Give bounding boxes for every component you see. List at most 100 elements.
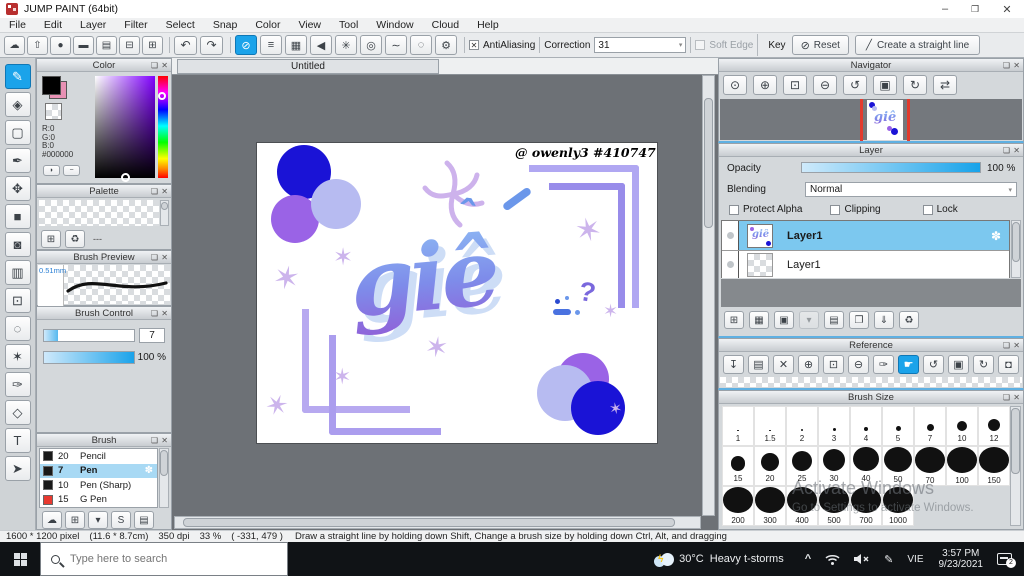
brush-size-cell[interactable]: 20: [754, 446, 786, 486]
zoom-out-icon[interactable]: ⊖: [813, 75, 837, 95]
brush-size-cell[interactable]: 40: [850, 446, 882, 486]
brush-size-cell[interactable]: 1.5: [754, 406, 786, 446]
close-icon[interactable]: ✕: [1013, 339, 1020, 352]
close-button[interactable]: ✕: [990, 3, 1024, 16]
hue-cursor[interactable]: [158, 92, 166, 100]
search-input[interactable]: [70, 553, 260, 565]
add-color-icon[interactable]: ⊞: [41, 230, 61, 248]
new-1bit-layer-icon[interactable]: ▣: [774, 311, 794, 329]
brush-size-cell[interactable]: 1: [722, 406, 754, 446]
brush-size-cell[interactable]: 12: [978, 406, 1010, 446]
zoom-original-icon[interactable]: ⊙: [723, 75, 747, 95]
close-icon[interactable]: ✕: [161, 59, 168, 72]
layer-row[interactable]: giê Layer1 ✽: [722, 221, 1009, 250]
palette-scrollbar[interactable]: [160, 200, 169, 226]
flip-icon[interactable]: ⇄: [933, 75, 957, 95]
canvas-hscrollbar[interactable]: [174, 516, 701, 529]
taskbar-search[interactable]: [40, 542, 288, 576]
layer-visibility-icon[interactable]: [726, 232, 734, 239]
menu-item[interactable]: Window: [367, 19, 422, 31]
soft-edge-checkbox[interactable]: [695, 40, 706, 50]
saturation-value-picker[interactable]: [95, 76, 155, 182]
popout-icon[interactable]: ❏: [1003, 59, 1010, 72]
eraser-tool[interactable]: ◈: [4, 92, 31, 117]
brush-list-item[interactable]: 10 Pen (Sharp): [40, 478, 157, 493]
navigator-view-frame[interactable]: giê: [860, 99, 910, 141]
brush-size-cell[interactable]: 5: [882, 406, 914, 446]
canvas-vscrollbar[interactable]: [702, 75, 715, 516]
brush-list-item[interactable]: 20 Pencil: [40, 449, 157, 464]
wifi-icon[interactable]: [825, 554, 840, 565]
brush-size-cell[interactable]: 7: [914, 406, 946, 446]
popout-icon[interactable]: ❏: [151, 185, 158, 198]
reset-button[interactable]: ⊘ Reset: [791, 35, 849, 55]
navigator-viewport-area[interactable]: giê: [720, 99, 1022, 141]
operation-tool[interactable]: ➤: [4, 456, 31, 481]
redo-icon[interactable]: ↷: [200, 35, 223, 55]
layer-settings-icon[interactable]: ✽: [991, 229, 1001, 243]
foreground-color-swatch[interactable]: [42, 76, 61, 95]
rotate-left-icon[interactable]: ↺: [843, 75, 867, 95]
brush-settings-icon[interactable]: ✽: [145, 465, 153, 476]
layer-visibility-icon[interactable]: [726, 261, 734, 268]
snap-settings-icon[interactable]: ⚙: [435, 35, 457, 55]
menu-item[interactable]: Help: [468, 19, 508, 31]
fit-screen-icon[interactable]: ⊡: [783, 75, 807, 95]
undo-icon[interactable]: ↶: [174, 35, 197, 55]
drawing-canvas[interactable]: @ owenly3 #410747 ✶ ✶ ✶ ✶ ✶ ✶ ✶ ✶ giê ˆ …: [257, 143, 657, 443]
new-brush-icon[interactable]: ⊞: [65, 511, 85, 529]
popout-icon[interactable]: ❏: [1003, 144, 1010, 157]
divide-tool[interactable]: ✒: [4, 148, 31, 173]
language-indicator[interactable]: VIE: [907, 554, 923, 565]
blending-select[interactable]: Normal ▾: [805, 182, 1017, 197]
select-move-tool[interactable]: ■: [4, 204, 31, 229]
merge-layer-icon[interactable]: ⇓: [874, 311, 894, 329]
brush-size-cell[interactable]: 10: [946, 406, 978, 446]
snap-off-icon[interactable]: ⊘: [235, 35, 257, 55]
hue-bar[interactable]: [158, 76, 168, 178]
zoom-in-icon[interactable]: ⊕: [798, 355, 819, 374]
snap-ellipse-icon[interactable]: ◌: [410, 35, 432, 55]
popout-icon[interactable]: ❏: [151, 434, 158, 447]
move-tool[interactable]: ✥: [4, 176, 31, 201]
brush-size-cell[interactable]: 1000: [882, 486, 914, 526]
snap-curve-icon[interactable]: ∼: [385, 35, 407, 55]
menu-item[interactable]: Filter: [115, 19, 156, 31]
menu-item[interactable]: View: [289, 19, 330, 31]
brush-size-cell[interactable]: 100: [946, 446, 978, 486]
tray-expand-icon[interactable]: ^: [805, 553, 811, 565]
brush-size-cell[interactable]: 15: [722, 446, 754, 486]
magic-wand-tool[interactable]: ✶: [4, 344, 31, 369]
close-icon[interactable]: ✕: [1013, 391, 1020, 404]
brush-size-cell[interactable]: 400: [786, 486, 818, 526]
upload-icon[interactable]: ⇧: [27, 35, 48, 55]
close-icon[interactable]: ✕: [1013, 59, 1020, 72]
pen-settings-icon[interactable]: ✎: [884, 553, 893, 566]
snap-vanishing-icon[interactable]: ◀: [310, 35, 332, 55]
volume-muted-icon[interactable]: [854, 553, 870, 565]
menu-item[interactable]: Edit: [35, 19, 71, 31]
reset-rotation-icon[interactable]: ▣: [948, 355, 969, 374]
menu-item[interactable]: Tool: [330, 19, 367, 31]
palette-swatches[interactable]: [39, 200, 159, 226]
zoom-in-icon[interactable]: ⊕: [753, 75, 777, 95]
delete-color-icon[interactable]: ♻: [65, 230, 85, 248]
minimize-button[interactable]: –: [930, 3, 960, 15]
clipping-checkbox[interactable]: [830, 204, 841, 215]
brush-size-cell[interactable]: 150: [978, 446, 1010, 486]
message-icon[interactable]: ▬: [73, 35, 94, 55]
brush-size-cell[interactable]: 4: [850, 406, 882, 446]
brush-list-item[interactable]: 7 Pen ✽: [40, 463, 157, 478]
brush-size-cell[interactable]: 70: [914, 446, 946, 486]
close-icon[interactable]: ✕: [161, 251, 168, 264]
brush-size-cell[interactable]: 25: [786, 446, 818, 486]
delete-layer-icon[interactable]: ♻: [899, 311, 919, 329]
close-icon[interactable]: ✕: [161, 185, 168, 198]
menu-item[interactable]: Color: [246, 19, 289, 31]
panel-layout-icon[interactable]: ⊟: [119, 35, 140, 55]
brush-size-slider[interactable]: [43, 329, 135, 342]
rect-select-tool[interactable]: ⊡: [4, 288, 31, 313]
lasso-tool[interactable]: ◌: [4, 316, 31, 341]
color-drop-button[interactable]: ◗: [43, 165, 60, 176]
antialiasing-checkbox[interactable]: ✕: [469, 40, 479, 50]
